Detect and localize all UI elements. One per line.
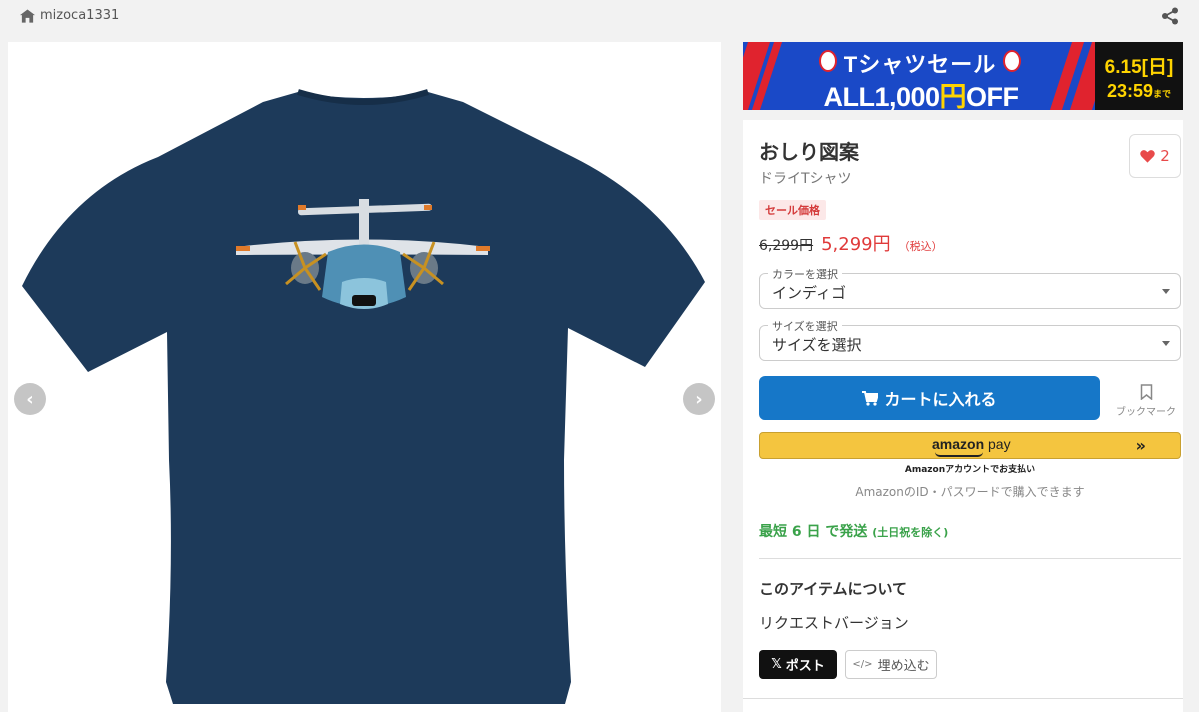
- bookmark-icon: [1140, 384, 1152, 400]
- price-row: 6,299円 5,299円 （税込）: [759, 230, 943, 256]
- x-post-button[interactable]: 𝕏 ポスト: [759, 650, 837, 679]
- size-select-value: サイズを選択: [772, 336, 862, 354]
- chevron-down-icon: [1162, 289, 1170, 294]
- size-select-label: サイズを選択: [768, 318, 842, 334]
- color-select[interactable]: カラーを選択 インディゴ: [759, 266, 1181, 309]
- color-select-value: インディゴ: [772, 284, 846, 302]
- amazon-pay-logo: amazon pay: [932, 436, 1011, 452]
- chevron-down-icon: [1162, 341, 1170, 346]
- double-chevron-right-icon: »: [1135, 436, 1146, 455]
- sale-banner[interactable]: Tシャツセール ALL1,000円OFF 6.15[日] 23:59まで: [743, 42, 1183, 110]
- share-icon[interactable]: [1161, 7, 1179, 25]
- product-title: おしり図案: [759, 140, 859, 164]
- amazon-smile-icon: [935, 452, 983, 457]
- product-image: [22, 89, 705, 704]
- color-select-label: カラーを選択: [768, 266, 842, 282]
- bookmark-button[interactable]: ブックマーク: [1113, 384, 1179, 418]
- product-image-panel: ‹ ›: [8, 42, 721, 712]
- shop-link[interactable]: mizoca1331: [20, 8, 119, 23]
- banner-deadline: 6.15[日] 23:59まで: [1095, 42, 1183, 110]
- product-type[interactable]: ドライTシャツ: [759, 168, 852, 188]
- gallery-prev-button[interactable]: ‹: [14, 383, 46, 415]
- post-label: ポスト: [785, 659, 825, 674]
- embed-label: 埋め込む: [877, 659, 930, 674]
- house-icon: [20, 8, 35, 23]
- tshirt-shape: [22, 92, 705, 704]
- shipping-info: 最短 6 日 で発送 (土日祝を除く): [759, 524, 949, 540]
- favorite-count: 2: [1160, 147, 1170, 165]
- add-to-cart-label: カートに入れる: [884, 390, 997, 409]
- banner-offer: ALL1,000円OFF: [823, 82, 1019, 110]
- divider: [759, 558, 1181, 559]
- size-select[interactable]: サイズを選択 サイズを選択: [759, 318, 1181, 361]
- favorite-button[interactable]: 2: [1129, 134, 1181, 178]
- amazon-pay-note: Amazonアカウントでお支払い: [904, 465, 1036, 475]
- add-to-cart-button[interactable]: カートに入れる: [759, 376, 1100, 420]
- gallery-next-button[interactable]: ›: [683, 383, 715, 415]
- x-logo-icon: 𝕏: [771, 657, 782, 672]
- about-description: リクエストバージョン: [759, 614, 909, 632]
- shop-name: mizoca1331: [40, 8, 120, 23]
- amazon-id-note: AmazonのID・パスワードで購入できます: [855, 485, 1085, 499]
- sale-badge: セール価格: [759, 200, 826, 220]
- cart-icon: [862, 390, 879, 406]
- top-bar: mizoca1331: [0, 0, 1199, 34]
- divider: [743, 698, 1183, 699]
- bookmark-label: ブックマーク: [1116, 407, 1176, 418]
- sale-price: 5,299円: [821, 234, 891, 255]
- original-price: 6,299円: [759, 238, 814, 254]
- embed-button[interactable]: </> 埋め込む: [845, 650, 937, 679]
- amazon-pay-button[interactable]: amazon pay »: [759, 432, 1181, 459]
- tax-note: （税込）: [898, 240, 943, 253]
- product-info-panel: おしり図案 ドライTシャツ 2 セール価格 6,299円 5,299円 （税込）…: [743, 120, 1183, 712]
- about-heading: このアイテムについて: [759, 580, 908, 598]
- heart-icon: [1140, 150, 1155, 163]
- code-icon: </>: [852, 659, 873, 670]
